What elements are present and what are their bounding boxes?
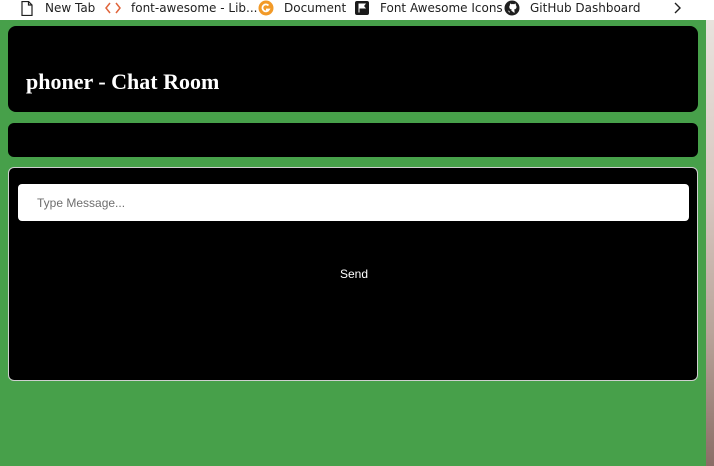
chat-page: phoner - Chat Room Send bbox=[0, 20, 706, 466]
page-title: phoner - Chat Room bbox=[26, 69, 220, 94]
message-input[interactable] bbox=[18, 184, 689, 221]
bookmark-label: GitHub Dashboard bbox=[530, 1, 641, 15]
bookmark-document[interactable]: Document bbox=[258, 0, 346, 16]
code-icon bbox=[105, 0, 121, 16]
window-edge bbox=[706, 20, 714, 466]
bookmark-label: New Tab bbox=[45, 1, 96, 15]
chat-header: phoner - Chat Room bbox=[8, 26, 698, 112]
chevron-right-icon[interactable] bbox=[669, 0, 685, 16]
page-icon bbox=[19, 0, 35, 16]
document-icon bbox=[258, 0, 274, 16]
bookmarks-bar: New Tab font-awesome - Lib... Document F… bbox=[0, 0, 714, 20]
bookmark-font-awesome[interactable]: font-awesome - Lib... bbox=[105, 0, 257, 16]
message-composer: Send bbox=[8, 167, 698, 381]
bookmark-github-dashboard[interactable]: GitHub Dashboard bbox=[504, 0, 641, 16]
flag-icon bbox=[354, 0, 370, 16]
github-icon bbox=[504, 0, 520, 16]
bookmark-label: Document bbox=[284, 1, 347, 15]
bookmark-label: Font Awesome Icons bbox=[380, 1, 503, 15]
bookmark-new-tab[interactable]: New Tab bbox=[19, 0, 95, 16]
send-button[interactable]: Send bbox=[309, 260, 399, 288]
bookmark-label: font-awesome - Lib... bbox=[131, 1, 258, 15]
messages-area bbox=[8, 123, 698, 157]
bookmark-font-awesome-icons[interactable]: Font Awesome Icons bbox=[354, 0, 503, 16]
